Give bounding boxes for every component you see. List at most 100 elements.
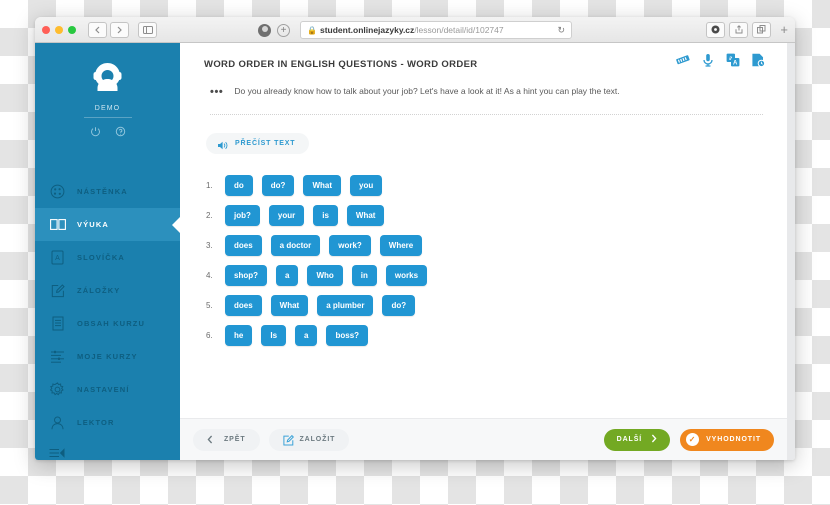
gear-icon [49, 381, 66, 398]
new-tab-button[interactable]: + [780, 23, 788, 36]
svg-text:A: A [55, 255, 60, 262]
word-tile[interactable]: Where [379, 234, 423, 256]
word-tile[interactable]: Is [261, 324, 287, 346]
word-row: 4. shop? a Who in works [206, 264, 787, 286]
scrollbar[interactable] [787, 43, 795, 460]
svg-text:A: A [733, 61, 738, 67]
word-tile[interactable]: job? [225, 204, 260, 226]
word-tile[interactable]: do? [382, 294, 416, 316]
sidebar-item-slovicka[interactable]: A SLOVÍČKA [35, 241, 180, 274]
page-title: WORD ORDER IN ENGLISH QUESTIONS - WORD O… [204, 59, 478, 70]
bookmark-button[interactable]: ZALOŽIT [268, 428, 350, 451]
book-icon [49, 216, 66, 233]
address-bar-group: + 🔒 student.onlinejazyky.cz/lesson/detai… [258, 21, 572, 39]
navigation-buttons [88, 21, 129, 38]
lock-icon: 🔒 [307, 25, 317, 35]
sidebar: DEMO NÁSTĚNKA VÝUKA A SLOVÍČKA ZÁLOŽKY O… [35, 43, 180, 460]
back-button[interactable]: ZPĚT [193, 428, 260, 451]
lesson-tool-icons: aA [676, 53, 766, 68]
word-tile[interactable]: does [225, 234, 262, 256]
word-tile[interactable]: a [295, 324, 318, 346]
word-tile[interactable]: a doctor [270, 234, 321, 256]
translate-icon[interactable]: aA [726, 53, 740, 67]
sidebar-item-label: NASTAVENÍ [77, 385, 130, 394]
word-tile[interactable]: shop? [225, 264, 267, 286]
sidebar-item-nastenka[interactable]: NÁSTĚNKA [35, 175, 180, 208]
word-tile[interactable]: a [276, 264, 299, 286]
word-tile[interactable]: Who [307, 264, 343, 286]
sidebar-item-vyuka[interactable]: VÝUKA [35, 208, 180, 241]
sidebar-item-label: SLOVÍČKA [77, 253, 125, 262]
back-button[interactable] [88, 21, 107, 38]
word-tile[interactable]: do [225, 174, 253, 196]
profile-avatar-icon[interactable] [258, 23, 271, 37]
address-bar[interactable]: 🔒 student.onlinejazyky.cz/lesson/detail/… [300, 21, 572, 39]
word-tile[interactable]: does [225, 294, 262, 316]
lesson-footer: ZPĚT ZALOŽIT DALŠÍ ✓ VYHODNOTIT [180, 418, 787, 460]
word-tile[interactable]: is [313, 204, 338, 226]
sidebar-item-label: OBSAH KURZU [77, 319, 146, 328]
word-tile[interactable]: work? [329, 234, 371, 256]
flashcards-icon[interactable] [676, 53, 690, 67]
tab-overview-button[interactable] [752, 21, 772, 38]
row-number: 6. [206, 330, 213, 340]
word-tile[interactable]: What [346, 204, 385, 226]
sidebar-item-obsah-kurzu[interactable]: OBSAH KURZU [35, 307, 180, 340]
privacy-report-button[interactable] [706, 21, 726, 38]
my-courses-icon [49, 348, 66, 365]
forward-button[interactable] [110, 21, 129, 38]
content-area: WORD ORDER IN ENGLISH QUESTIONS - WORD O… [180, 43, 795, 460]
word-tile[interactable]: do? [261, 174, 295, 196]
divider [210, 114, 763, 116]
evaluate-label: VYHODNOTIT [706, 436, 761, 443]
course-content-icon [49, 315, 66, 332]
word-row: 5. does What a plumber do? [206, 294, 787, 316]
user-icon [49, 414, 66, 431]
bullet-marker: ••• [210, 86, 224, 99]
sidebar-toggle-button[interactable] [138, 21, 157, 38]
url-domain: student.onlinejazyky.cz [319, 25, 415, 35]
sidebar-collapse-button[interactable] [35, 443, 180, 460]
row-number: 4. [206, 270, 213, 280]
word-tile[interactable]: What [303, 174, 342, 196]
notes-icon[interactable] [751, 53, 766, 68]
chevron-right-icon [651, 434, 657, 445]
reload-icon[interactable]: ↻ [557, 25, 565, 36]
word-row: 2. job? your is What [206, 204, 787, 226]
word-tile[interactable]: works [385, 264, 428, 286]
microphone-icon[interactable] [701, 53, 715, 67]
maximize-window-button[interactable] [68, 25, 76, 34]
word-tile[interactable]: your [268, 204, 305, 226]
profile-actions [35, 124, 180, 137]
word-tile[interactable]: boss? [326, 324, 369, 346]
next-button[interactable]: DALŠÍ [603, 428, 671, 451]
sidebar-item-lektor[interactable]: LEKTOR [35, 406, 180, 439]
read-text-button[interactable]: PŘEČÍST TEXT [206, 133, 310, 155]
sidebar-item-moje-kurzy[interactable]: MOJE KURZY [35, 340, 180, 373]
row-number: 2. [206, 210, 213, 220]
sidebar-item-nastaveni[interactable]: NASTAVENÍ [35, 373, 180, 406]
evaluate-button[interactable]: ✓ VYHODNOTIT [680, 428, 774, 451]
sidebar-item-zalozky[interactable]: ZÁLOŽKY [35, 274, 180, 307]
word-tile[interactable]: you [350, 174, 383, 196]
minimize-window-button[interactable] [55, 25, 63, 34]
help-icon[interactable] [115, 124, 126, 137]
bookmark-edit-icon [49, 282, 66, 299]
vocabulary-card-icon: A [49, 249, 66, 266]
word-row: 3. does a doctor work? Where [206, 234, 787, 256]
share-button[interactable] [729, 21, 749, 38]
word-tile[interactable]: What [270, 294, 309, 316]
sidebar-item-label: VÝUKA [77, 220, 110, 229]
back-label: ZPĚT [224, 436, 246, 443]
bookmark-label: ZALOŽIT [299, 436, 336, 443]
add-icon[interactable]: + [277, 23, 290, 37]
word-tile[interactable]: he [225, 324, 253, 346]
read-text-label: PŘEČÍST TEXT [235, 140, 296, 148]
bookmark-add-icon [282, 434, 294, 445]
power-icon[interactable] [90, 124, 101, 137]
word-tile[interactable]: in [351, 264, 377, 286]
word-tile[interactable]: a plumber [317, 294, 374, 316]
word-order-rows: 1. do do? What you 2. job? your is What [206, 174, 787, 346]
close-window-button[interactable] [42, 25, 50, 34]
url-path: /lesson/detail/id/102747 [414, 25, 504, 35]
